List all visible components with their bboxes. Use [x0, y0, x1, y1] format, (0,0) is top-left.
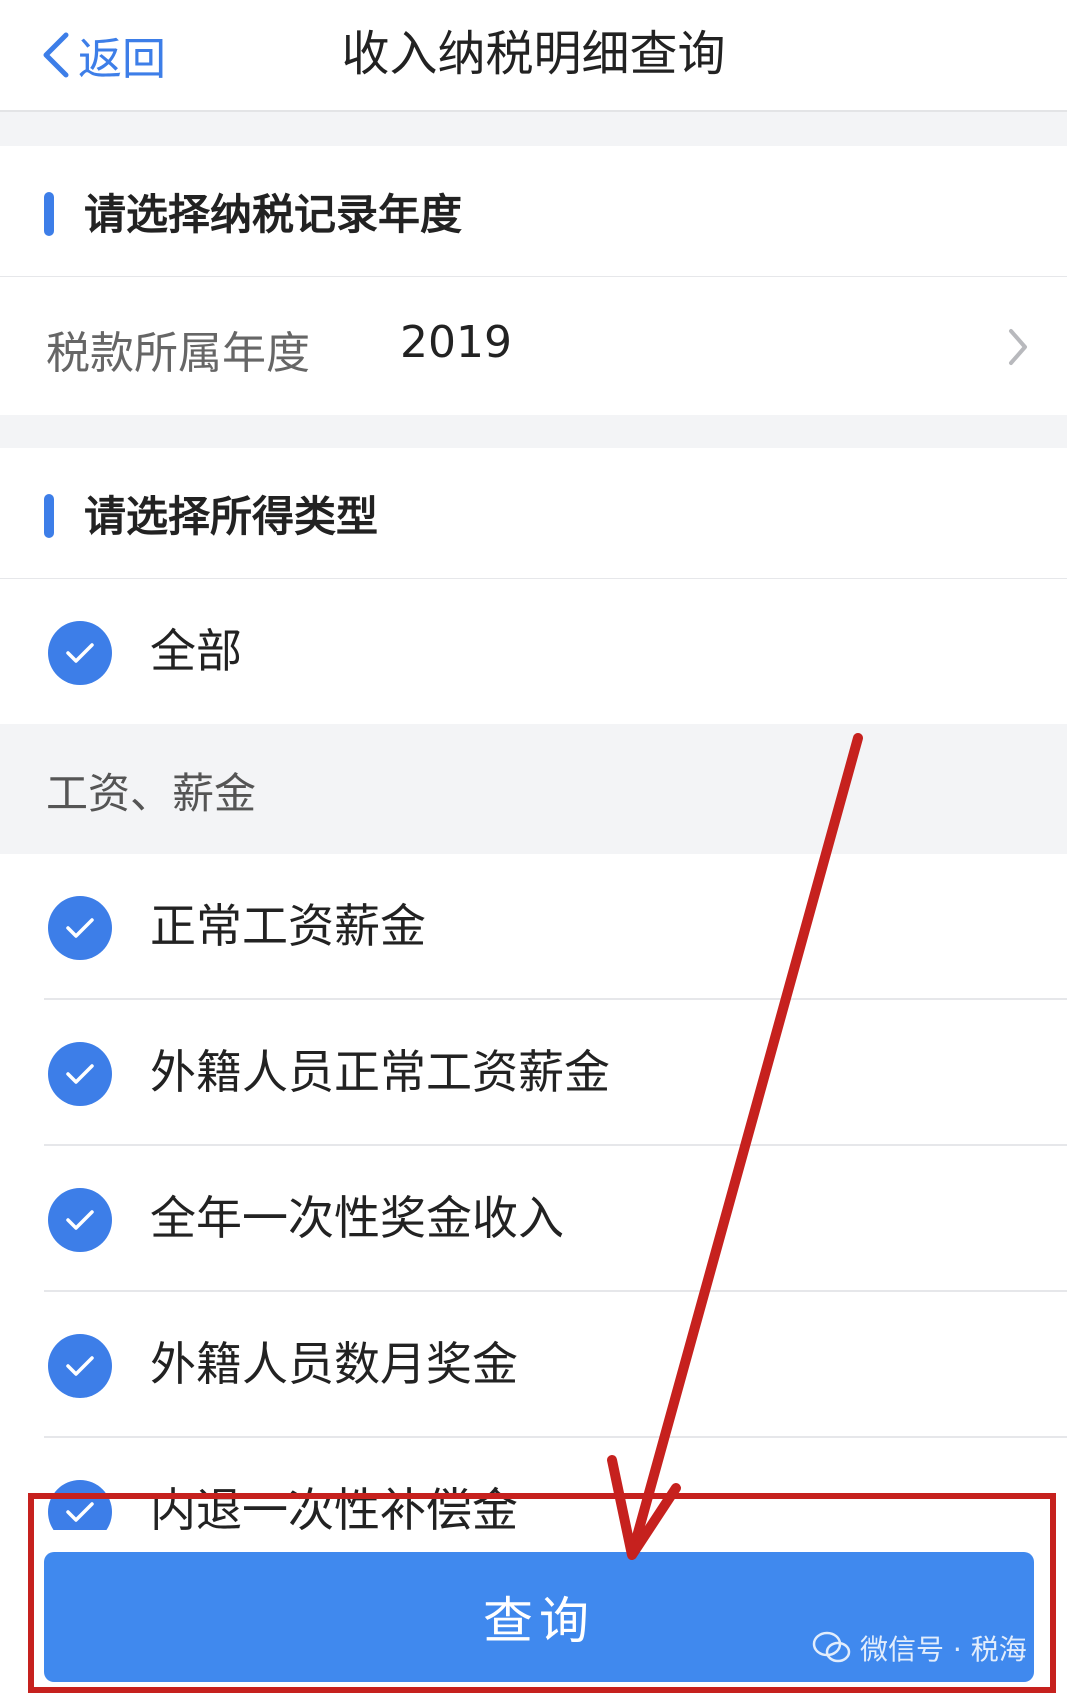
annotation-arrow-icon	[607, 733, 863, 1560]
